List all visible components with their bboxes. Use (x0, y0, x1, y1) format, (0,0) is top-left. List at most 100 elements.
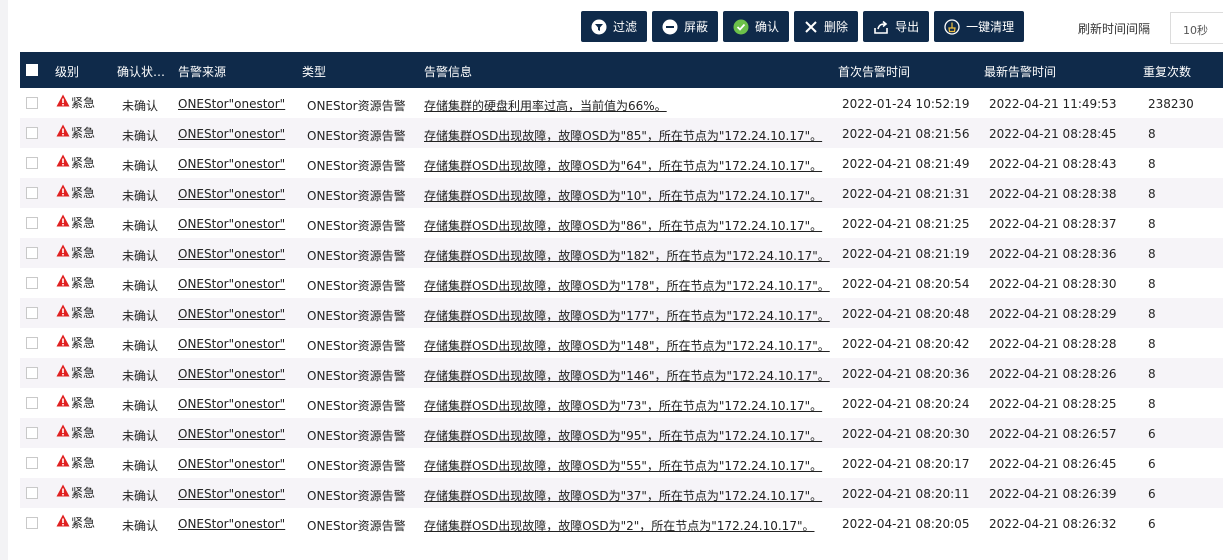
clear-all-button[interactable]: 一键清理 (934, 11, 1025, 42)
header-type[interactable]: 类型 (302, 63, 326, 80)
row-checkbox[interactable] (26, 217, 38, 229)
table-row[interactable]: 紧急 未确认 ONEStor"onestor" ONEStor资源告警 存储集群… (20, 238, 1223, 268)
row-checkbox[interactable] (26, 337, 38, 349)
alert-icon (56, 184, 70, 201)
message-link[interactable]: 存储集群的硬盘利用率过高，当前值为66%。 (424, 97, 667, 114)
repeat-count-cell: 6 (1148, 457, 1156, 471)
message-link[interactable]: 存储集群OSD出现故障，故障OSD为"177"，所在节点为"172.24.10.… (424, 307, 830, 324)
row-checkbox[interactable] (26, 307, 38, 319)
message-link[interactable]: 存储集群OSD出现故障，故障OSD为"85"，所在节点为"172.24.10.1… (424, 127, 822, 144)
level-label: 紧急 (71, 336, 96, 350)
row-checkbox[interactable] (26, 157, 38, 169)
table-row[interactable]: 紧急 未确认 ONEStor"onestor" ONEStor资源告警 存储集群… (20, 178, 1223, 208)
source-link[interactable]: ONEStor"onestor" (178, 127, 285, 141)
type-cell: ONEStor资源告警 (307, 369, 406, 383)
header-status[interactable]: 确认状… (117, 63, 165, 80)
row-checkbox[interactable] (26, 367, 38, 379)
message-link[interactable]: 存储集群OSD出现故障，故障OSD为"73"，所在节点为"172.24.10.1… (424, 397, 822, 414)
header-message[interactable]: 告警信息 (424, 63, 472, 80)
message-link[interactable]: 存储集群OSD出现故障，故障OSD为"55"，所在节点为"172.24.10.1… (424, 457, 822, 474)
level-label: 紧急 (71, 96, 96, 110)
header-level[interactable]: 级别 (55, 63, 79, 80)
mask-button[interactable]: 屏蔽 (652, 11, 719, 42)
level-label: 紧急 (71, 306, 96, 320)
source-link[interactable]: ONEStor"onestor" (178, 367, 285, 381)
table-row[interactable]: 紧急 未确认 ONEStor"onestor" ONEStor资源告警 存储集群… (20, 448, 1223, 478)
message-link[interactable]: 存储集群OSD出现故障，故障OSD为"86"，所在节点为"172.24.10.1… (424, 217, 822, 234)
type-cell: ONEStor资源告警 (307, 429, 406, 443)
delete-button[interactable]: 删除 (794, 11, 859, 42)
source-link[interactable]: ONEStor"onestor" (178, 97, 285, 111)
table-row[interactable]: 紧急 未确认 ONEStor"onestor" ONEStor资源告警 存储集群… (20, 88, 1223, 118)
source-link[interactable]: ONEStor"onestor" (178, 277, 285, 291)
repeat-count-cell: 8 (1148, 157, 1156, 171)
repeat-count-cell: 6 (1148, 427, 1156, 441)
table-row[interactable]: 紧急 未确认 ONEStor"onestor" ONEStor资源告警 存储集群… (20, 328, 1223, 358)
table-row[interactable]: 紧急 未确认 ONEStor"onestor" ONEStor资源告警 存储集群… (20, 298, 1223, 328)
header-first-time[interactable]: 首次告警时间 (838, 63, 910, 80)
filter-button[interactable]: 过滤 (581, 11, 648, 42)
table-row[interactable]: 紧急 未确认 ONEStor"onestor" ONEStor资源告警 存储集群… (20, 418, 1223, 448)
source-link[interactable]: ONEStor"onestor" (178, 397, 285, 411)
message-link[interactable]: 存储集群OSD出现故障，故障OSD为"178"，所在节点为"172.24.10.… (424, 277, 830, 294)
source-link[interactable]: ONEStor"onestor" (178, 307, 285, 321)
row-checkbox[interactable] (26, 127, 38, 139)
close-icon (804, 20, 818, 34)
refresh-interval-select[interactable]: 10秒 (1170, 12, 1223, 44)
export-button[interactable]: 导出 (863, 11, 930, 42)
header-source[interactable]: 告警来源 (178, 63, 226, 80)
header-repeat-count[interactable]: 重复次数 (1143, 63, 1191, 80)
alarm-table: 级别 确认状… 告警来源 类型 告警信息 首次告警时间 最新告警时间 重复次数 … (20, 52, 1223, 538)
message-link[interactable]: 存储集群OSD出现故障，故障OSD为"148"，所在节点为"172.24.10.… (424, 337, 830, 354)
message-link[interactable]: 存储集群OSD出现故障，故障OSD为"2"，所在节点为"172.24.10.17… (424, 517, 814, 534)
first-time-cell: 2022-04-21 08:20:24 (842, 397, 970, 411)
level-cell: 紧急 (56, 304, 95, 321)
type-cell: ONEStor资源告警 (307, 249, 406, 263)
source-link[interactable]: ONEStor"onestor" (178, 187, 285, 201)
row-checkbox[interactable] (26, 277, 38, 289)
row-checkbox[interactable] (26, 247, 38, 259)
row-checkbox[interactable] (26, 187, 38, 199)
source-link[interactable]: ONEStor"onestor" (178, 217, 285, 231)
last-time-cell: 2022-04-21 08:26:57 (989, 427, 1117, 441)
source-link[interactable]: ONEStor"onestor" (178, 517, 285, 531)
alert-icon (56, 304, 70, 321)
row-checkbox[interactable] (26, 517, 38, 529)
row-checkbox[interactable] (26, 97, 38, 109)
select-all-checkbox[interactable] (26, 64, 38, 76)
source-link[interactable]: ONEStor"onestor" (178, 457, 285, 471)
confirm-button[interactable]: 确认 (723, 11, 790, 42)
message-link[interactable]: 存储集群OSD出现故障，故障OSD为"64"，所在节点为"172.24.10.1… (424, 157, 822, 174)
row-checkbox[interactable] (26, 397, 38, 409)
table-row[interactable]: 紧急 未确认 ONEStor"onestor" ONEStor资源告警 存储集群… (20, 118, 1223, 148)
table-row[interactable]: 紧急 未确认 ONEStor"onestor" ONEStor资源告警 存储集群… (20, 478, 1223, 508)
table-row[interactable]: 紧急 未确认 ONEStor"onestor" ONEStor资源告警 存储集群… (20, 388, 1223, 418)
table-row[interactable]: 紧急 未确认 ONEStor"onestor" ONEStor资源告警 存储集群… (20, 148, 1223, 178)
message-link[interactable]: 存储集群OSD出现故障，故障OSD为"146"，所在节点为"172.24.10.… (424, 367, 830, 384)
source-link[interactable]: ONEStor"onestor" (178, 247, 285, 261)
table-row[interactable]: 紧急 未确认 ONEStor"onestor" ONEStor资源告警 存储集群… (20, 508, 1223, 538)
message-link[interactable]: 存储集群OSD出现故障，故障OSD为"95"，所在节点为"172.24.10.1… (424, 427, 822, 444)
row-checkbox[interactable] (26, 427, 38, 439)
message-link[interactable]: 存储集群OSD出现故障，故障OSD为"10"，所在节点为"172.24.10.1… (424, 187, 822, 204)
row-checkbox[interactable] (26, 457, 38, 469)
last-time-cell: 2022-04-21 08:28:28 (989, 337, 1117, 351)
table-row[interactable]: 紧急 未确认 ONEStor"onestor" ONEStor资源告警 存储集群… (20, 268, 1223, 298)
source-link[interactable]: ONEStor"onestor" (178, 157, 285, 171)
type-cell: ONEStor资源告警 (307, 279, 406, 293)
type-cell: ONEStor资源告警 (307, 99, 406, 113)
row-checkbox[interactable] (26, 487, 38, 499)
left-edge-strip (0, 0, 8, 560)
level-cell: 紧急 (56, 124, 95, 141)
source-link[interactable]: ONEStor"onestor" (178, 487, 285, 501)
header-last-time[interactable]: 最新告警时间 (984, 63, 1056, 80)
status-cell: 未确认 (122, 399, 159, 413)
first-time-cell: 2022-04-21 08:21:19 (842, 247, 970, 261)
message-link[interactable]: 存储集群OSD出现故障，故障OSD为"37"，所在节点为"172.24.10.1… (424, 487, 822, 504)
source-link[interactable]: ONEStor"onestor" (178, 337, 285, 351)
source-link[interactable]: ONEStor"onestor" (178, 427, 285, 441)
message-link[interactable]: 存储集群OSD出现故障，故障OSD为"182"，所在节点为"172.24.10.… (424, 247, 830, 264)
repeat-count-cell: 8 (1148, 217, 1156, 231)
table-row[interactable]: 紧急 未确认 ONEStor"onestor" ONEStor资源告警 存储集群… (20, 208, 1223, 238)
table-row[interactable]: 紧急 未确认 ONEStor"onestor" ONEStor资源告警 存储集群… (20, 358, 1223, 388)
